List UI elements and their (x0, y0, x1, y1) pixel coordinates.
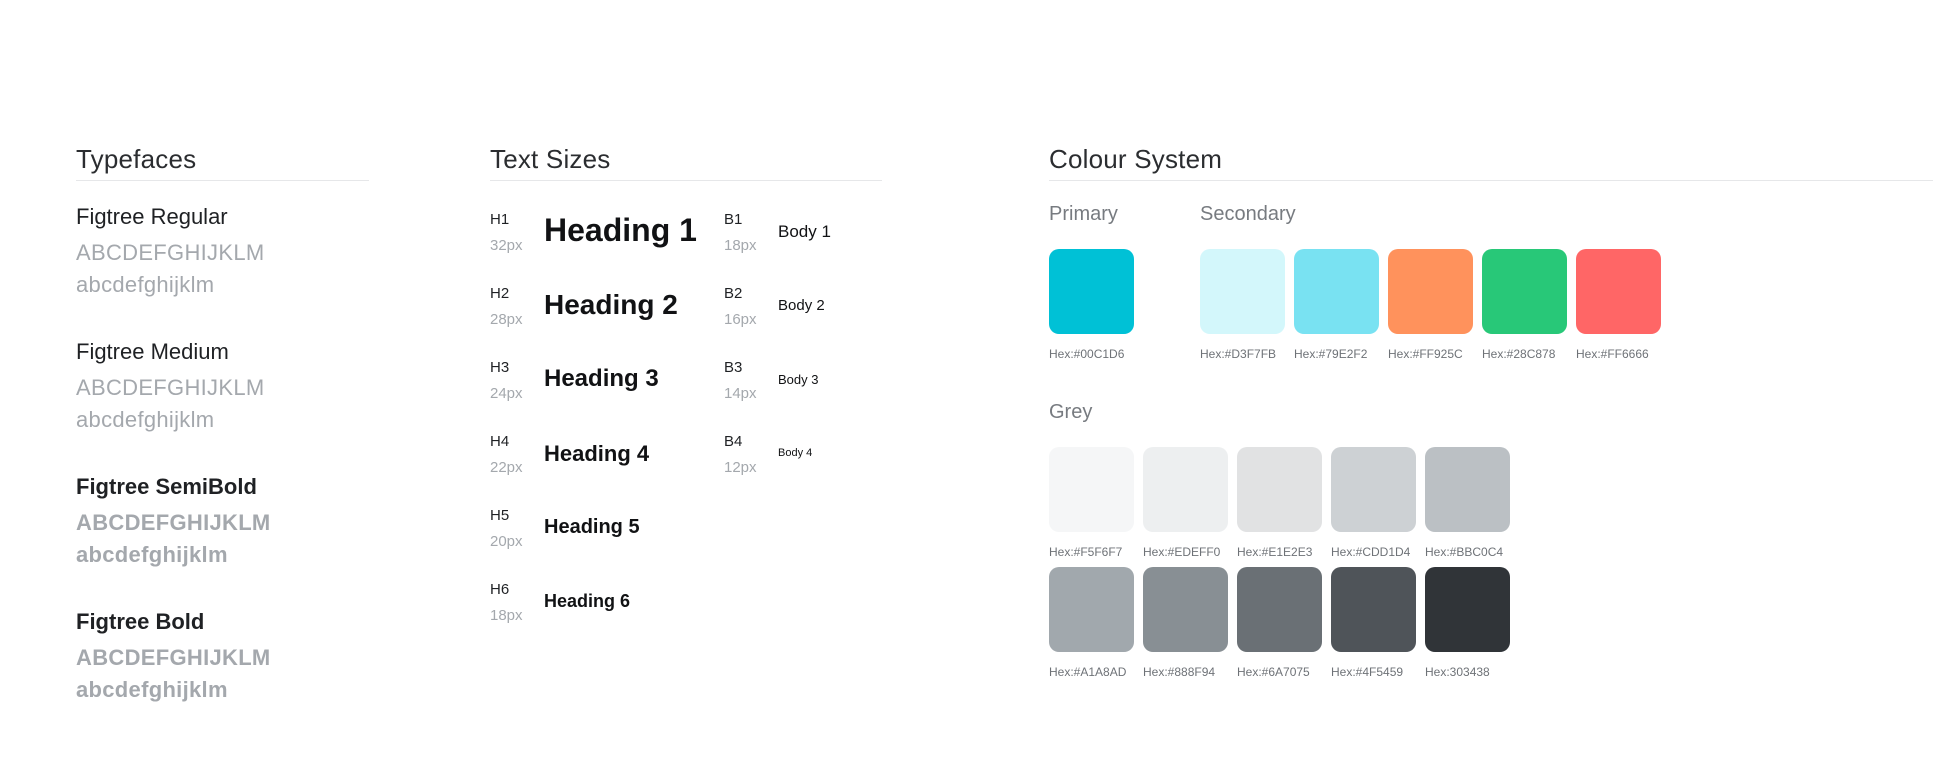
grey-swatch-hex-label: Hex:#F5F6F7 (1049, 545, 1123, 559)
grey-swatch-hex-label: Hex:#4F5459 (1331, 665, 1404, 679)
primary-swatch-1 (1049, 249, 1134, 334)
secondary-swatch-1 (1200, 249, 1285, 334)
heading-size: 24px (490, 385, 523, 402)
grey-swatch-hex-label: Hex:#6A7075 (1237, 665, 1310, 679)
typeface-name: Figtree Medium (76, 339, 229, 364)
grey-swatch-10 (1425, 567, 1510, 652)
heading-sample: Heading 4 (544, 441, 650, 466)
colour-system-divider (1049, 180, 1933, 181)
colour-system-title: Colour System (1049, 144, 1223, 174)
grey-swatch-1 (1049, 447, 1134, 532)
secondary-swatch-hex-label: Hex:#FF6666 (1576, 347, 1649, 361)
heading-code: H1 (490, 211, 510, 228)
grey-swatch-8 (1237, 567, 1322, 652)
heading-sample: Heading 3 (544, 365, 659, 392)
typefaces-title: Typefaces (76, 144, 197, 174)
heading-code: H6 (490, 581, 510, 598)
secondary-swatch-hex-label: Hex:#D3F7FB (1200, 347, 1277, 361)
heading-sample: Heading 5 (544, 516, 640, 538)
body-code: B2 (724, 285, 743, 302)
heading-code: H3 (490, 359, 510, 376)
typeface-uppercase-sample: ABCDEFGHIJKLM (76, 240, 265, 265)
grey-swatch-hex-label: Hex:#888F94 (1143, 665, 1216, 679)
secondary-swatch-hex-label: Hex:#28C878 (1482, 347, 1556, 361)
typeface-uppercase-sample: ABCDEFGHIJKLM (76, 510, 271, 535)
typeface-bold: Figtree Bold ABCDEFGHIJKLM abcdefghijklm (76, 608, 376, 704)
typeface-lowercase-sample: abcdefghijklm (76, 677, 228, 702)
secondary-title: Secondary (1200, 203, 1296, 225)
body-code: B3 (724, 359, 743, 376)
grey-swatch-hex-label: Hex:#BBC0C4 (1425, 545, 1504, 559)
grey-swatch-hex-label: Hex:#A1A8AD (1049, 665, 1127, 679)
style-guide: Typefaces Figtree Regular ABCDEFGHIJKLM … (0, 0, 1933, 767)
grey-title: Grey (1049, 401, 1093, 423)
typeface-name: Figtree SemiBold (76, 474, 257, 499)
typeface-name: Figtree Bold (76, 609, 205, 634)
secondary-swatch-2 (1294, 249, 1379, 334)
primary-swatch-hex-label: Hex:#00C1D6 (1049, 347, 1125, 361)
grey-swatch-3 (1237, 447, 1322, 532)
grey-swatch-7 (1143, 567, 1228, 652)
body-size: 12px (724, 459, 757, 476)
body-size: 16px (724, 311, 757, 328)
typefaces-divider (76, 180, 369, 181)
body-code: B1 (724, 211, 743, 228)
grey-swatch-6 (1049, 567, 1134, 652)
heading-code: H5 (490, 507, 510, 524)
body-size: 18px (724, 237, 757, 254)
typeface-lowercase-sample: abcdefghijklm (76, 407, 215, 432)
text-sizes-divider (490, 180, 882, 181)
typeface-lowercase-sample: abcdefghijklm (76, 542, 228, 567)
secondary-swatch-5 (1576, 249, 1661, 334)
heading-size: 28px (490, 311, 523, 328)
grey-swatch-2 (1143, 447, 1228, 532)
grey-swatch-hex-label: Hex:#E1E2E3 (1237, 545, 1313, 559)
body-sample: Body 4 (778, 447, 813, 459)
heading-code: H2 (490, 285, 510, 302)
body-code: B4 (724, 433, 743, 450)
grey-swatch-hex-label: Hex:303438 (1425, 665, 1490, 679)
body-sample: Body 3 (778, 372, 819, 387)
heading-sample: Heading 1 (544, 212, 697, 248)
body-size: 14px (724, 385, 757, 402)
body-sample: Body 2 (778, 297, 825, 314)
typeface-lowercase-sample: abcdefghijklm (76, 272, 215, 297)
typeface-medium: Figtree Medium ABCDEFGHIJKLM abcdefghijk… (76, 338, 376, 434)
heading-size: 20px (490, 533, 523, 550)
typeface-uppercase-sample: ABCDEFGHIJKLM (76, 375, 265, 400)
secondary-swatch-4 (1482, 249, 1567, 334)
typeface-uppercase-sample: ABCDEFGHIJKLM (76, 645, 271, 670)
grey-swatch-4 (1331, 447, 1416, 532)
grey-swatch-hex-label: Hex:#EDEFF0 (1143, 545, 1221, 559)
heading-code: H4 (490, 433, 510, 450)
typeface-semibold: Figtree SemiBold ABCDEFGHIJKLM abcdefghi… (76, 473, 376, 569)
primary-title: Primary (1049, 203, 1118, 225)
heading-size: 18px (490, 607, 523, 624)
body-sample: Body 1 (778, 222, 831, 241)
heading-size: 32px (490, 237, 523, 254)
secondary-swatch-hex-label: Hex:#FF925C (1388, 347, 1463, 361)
heading-size: 22px (490, 459, 523, 476)
heading-sample: Heading 6 (544, 591, 631, 611)
typeface-regular: Figtree Regular ABCDEFGHIJKLM abcdefghij… (76, 203, 376, 299)
grey-swatch-5 (1425, 447, 1510, 532)
text-sizes-title: Text Sizes (490, 144, 611, 174)
heading-sample: Heading 2 (544, 289, 678, 320)
grey-swatch-9 (1331, 567, 1416, 652)
secondary-swatch-hex-label: Hex:#79E2F2 (1294, 347, 1368, 361)
typeface-name: Figtree Regular (76, 204, 228, 229)
secondary-swatch-3 (1388, 249, 1473, 334)
grey-swatch-hex-label: Hex:#CDD1D4 (1331, 545, 1411, 559)
